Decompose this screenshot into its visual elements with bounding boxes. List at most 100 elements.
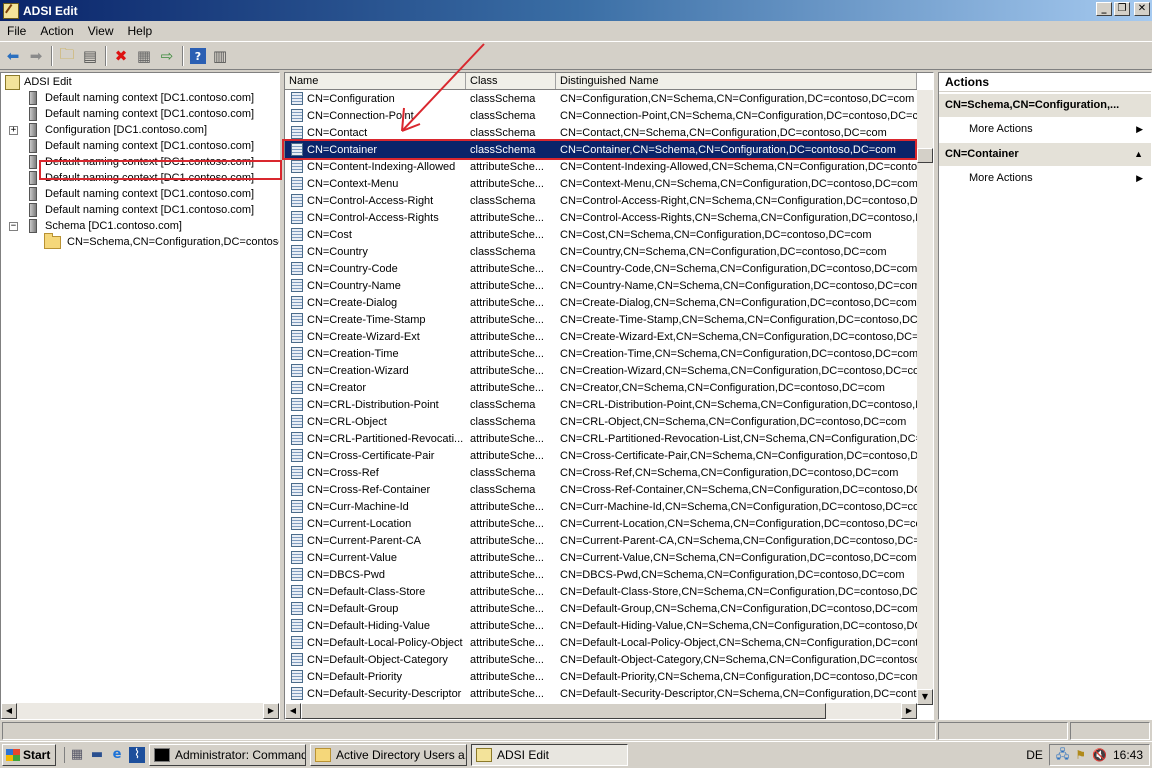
table-row[interactable]: CN=Create-Time-Stamp attributeSche... CN=C… [285,311,917,328]
table-row[interactable]: CN=Current-Value attributeSche... CN=Curre… [285,549,917,566]
column-header-distinguished-name[interactable]: Distinguished Name [556,73,917,89]
more-actions-container[interactable]: More Actions ▶ [939,166,1151,190]
scroll-right-arrow[interactable]: ▶ [263,703,279,719]
expand-configuration-button[interactable]: + [9,126,18,135]
table-row[interactable]: CN=Country-Name attributeSche... CN=Countr… [285,277,917,294]
menu-file[interactable]: File [0,24,33,38]
action-center-icon[interactable]: ⚑ [1075,748,1086,762]
table-row[interactable]: CN=Context-Menu attributeSche... CN=Contex… [285,175,917,192]
adsi-edit-app-icon[interactable] [3,2,19,19]
cell-name: CN=Default-Object-Category [285,653,466,666]
tree-node-default-naming-context[interactable]: Default naming context [DC1.contoso.com] [29,90,254,106]
server-manager-icon[interactable]: ▦ [69,747,85,763]
scroll-left-arrow[interactable]: ◀ [285,703,301,719]
cell-name-text: CN=Control-Access-Right [307,194,434,207]
powershell-icon[interactable]: ⌇ [129,747,145,763]
menu-help[interactable]: Help [121,24,160,38]
table-row[interactable]: CN=Connection-Point classSchema CN=Connect… [285,107,917,124]
help-icon[interactable]: ? [190,48,206,64]
table-row[interactable]: CN=Default-Security-Descriptor attributeS… [285,685,917,702]
tree-node-default-naming-context[interactable]: Default naming context [DC1.contoso.com] [29,186,254,202]
clock[interactable]: 16:43 [1113,748,1143,762]
table-row[interactable]: CN=Default-Class-Store attributeSche... CN… [285,583,917,600]
table-row[interactable]: CN=Default-Hiding-Value attributeSche... C… [285,617,917,634]
schema-object-icon [291,194,303,207]
tree-node-label: Default naming context [DC1.contoso.com] [45,188,255,200]
scroll-left-arrow[interactable]: ◀ [1,703,17,719]
scroll-down-arrow[interactable]: ▼ [917,689,933,705]
table-row[interactable]: CN=Cross-Ref classSchema CN=Cross-Ref,CN=S… [285,464,917,481]
show-tree-icon[interactable]: ▤ [79,45,101,67]
table-row[interactable]: CN=Cross-Ref-Container classSchema CN=Cros… [285,481,917,498]
internet-explorer-icon[interactable]: e [109,747,125,763]
table-row[interactable]: CN=Default-Local-Policy-Object attributeS… [285,634,917,651]
network-icon[interactable]: 🖧 [1056,745,1069,766]
column-header-class[interactable]: Class [466,73,556,89]
table-row[interactable]: CN=DBCS-Pwd attributeSche... CN=DBCS-Pwd,C… [285,566,917,583]
up-folder-icon[interactable]: 🗀 [56,45,78,67]
back-arrow-icon[interactable]: ⬅ [2,45,24,67]
actions-section-container[interactable]: CN=Container ▲ [939,143,1151,166]
table-row[interactable]: CN=Create-Dialog attributeSche... CN=Creat… [285,294,917,311]
volume-muted-icon[interactable]: 🔇 [1092,748,1107,762]
table-row[interactable]: CN=CRL-Distribution-Point classSchema CN=C… [285,396,917,413]
table-row[interactable]: CN=CRL-Object classSchema CN=CRL-Object,CN… [285,413,917,430]
menu-view[interactable]: View [81,24,121,38]
table-row[interactable]: CN=Creation-Time attributeSche... CN=Creat… [285,345,917,362]
tree-node-default-naming-context[interactable]: Default naming context [DC1.contoso.com] [29,202,254,218]
taskbar-item-command-prompt[interactable]: Administrator: Command... [149,744,306,766]
table-row[interactable]: CN=Content-Indexing-Allowed attributeSche… [285,158,917,175]
tree-root[interactable]: ADSI Edit [5,74,72,90]
taskbar-item-adsi-edit[interactable]: ADSI Edit [471,744,628,766]
language-indicator[interactable]: DE [1026,748,1043,762]
menu-action[interactable]: Action [33,24,80,38]
forward-arrow-icon[interactable]: ➡ [25,45,47,67]
tree-node-schema-container[interactable]: CN=Schema,CN=Configuration,DC=contoso [44,232,279,250]
tree-node-configuration[interactable]: Configuration [DC1.contoso.com] [29,122,207,138]
scroll-thumb[interactable] [917,148,933,163]
tree-node-default-naming-context[interactable]: Default naming context [DC1.contoso.com] [29,138,254,154]
list-horizontal-scrollbar[interactable]: ◀ ▶ [285,703,917,719]
table-row[interactable]: CN=Default-Group attributeSche... CN=Defau… [285,600,917,617]
cell-name-text: CN=Create-Time-Stamp [307,313,426,326]
table-row[interactable]: CN=Curr-Machine-Id attributeSche... CN=Cur… [285,498,917,515]
taskbar-item-active-directory-users[interactable]: Active Directory Users a... [310,744,467,766]
tree-horizontal-scrollbar[interactable]: ◀ ▶ [1,703,279,719]
restore-button[interactable]: ❐ [1114,2,1130,16]
show-action-pane-icon[interactable]: ▥ [209,45,231,67]
table-row[interactable]: CN=Configuration classSchema CN=Configurat… [285,90,917,107]
collapse-section-icon[interactable]: ▲ [1134,143,1143,166]
list-vertical-scrollbar[interactable]: ▼ [917,90,933,705]
tree-node-default-naming-context[interactable]: Default naming context [DC1.contoso.com] [29,106,254,122]
table-row[interactable]: CN=Control-Access-Rights attributeSche...… [285,209,917,226]
table-row[interactable]: CN=Cost attributeSche... CN=Cost,CN=Schema… [285,226,917,243]
table-row[interactable]: CN=Creator attributeSche... CN=Creator,CN=… [285,379,917,396]
table-row[interactable]: CN=Current-Parent-CA attributeSche... CN=C… [285,532,917,549]
start-button[interactable]: Start [2,744,56,766]
table-row[interactable]: CN=Control-Access-Right classSchema CN=Con… [285,192,917,209]
show-desktop-icon[interactable]: ▬ [89,747,105,763]
server-icon [29,219,37,233]
cell-class: attributeSche... [470,228,544,241]
minimize-button[interactable]: _ [1096,2,1112,16]
actions-section-schema[interactable]: CN=Schema,CN=Configuration,... [939,94,1151,117]
delete-icon[interactable]: ✖ [110,45,132,67]
table-row[interactable]: CN=CRL-Partitioned-Revocati... attributeS… [285,430,917,447]
table-row[interactable]: CN=Default-Object-Category attributeSche.… [285,651,917,668]
export-list-icon[interactable]: ⇨ [156,45,178,67]
table-row[interactable]: CN=Creation-Wizard attributeSche... CN=Cre… [285,362,917,379]
close-button[interactable]: ✕ [1134,2,1150,16]
table-row[interactable]: CN=Country-Code attributeSche... CN=Countr… [285,260,917,277]
table-row[interactable]: CN=Default-Priority attributeSche... CN=De… [285,668,917,685]
properties-icon[interactable]: ▦ [133,45,155,67]
collapse-schema-button[interactable]: − [9,222,18,231]
table-row[interactable]: CN=Cross-Certificate-Pair attributeSche..… [285,447,917,464]
table-row[interactable]: CN=Current-Location attributeSche... CN=Cu… [285,515,917,532]
table-row[interactable]: CN=Country classSchema CN=Country,CN=Schem… [285,243,917,260]
scroll-thumb[interactable] [301,703,826,719]
list-rows: CN=Configuration classSchema CN=Configurat… [285,90,917,702]
more-actions-schema[interactable]: More Actions ▶ [939,117,1151,141]
column-header-name[interactable]: Name [285,73,466,89]
table-row[interactable]: CN=Create-Wizard-Ext attributeSche... CN=C… [285,328,917,345]
scroll-right-arrow[interactable]: ▶ [901,703,917,719]
